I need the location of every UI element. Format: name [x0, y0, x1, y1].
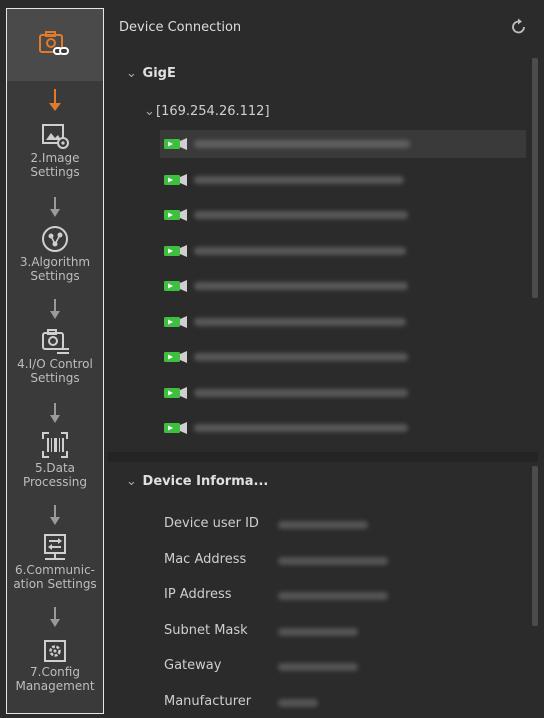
device-row[interactable]: [160, 308, 526, 336]
step-label: 7.Config Management: [15, 665, 95, 693]
io-control-icon: [42, 329, 69, 354]
step-data-processing[interactable]: 5.Data Processing: [7, 429, 103, 489]
camera-icon: [164, 280, 187, 292]
step-device-connection[interactable]: [7, 29, 103, 61]
device-name-redacted: [194, 211, 408, 219]
step-arrow-6: [50, 607, 60, 627]
step-label: 4.I/O Control Settings: [17, 357, 93, 385]
camera-icon: [164, 138, 187, 150]
info-label: Subnet Mask: [164, 622, 248, 638]
step-config-management[interactable]: 7.Config Management: [7, 637, 103, 693]
panel-title: Device Connection: [119, 20, 242, 35]
section-divider: [108, 452, 538, 462]
step-image-settings[interactable]: 2.Image Settings: [7, 121, 103, 179]
image-settings-icon: [42, 124, 69, 149]
ip-node[interactable]: ⌄[169.254.26.112]: [144, 104, 270, 119]
algorithm-icon: [42, 226, 68, 252]
step-algorithm-settings[interactable]: 3.Algorithm Settings: [7, 223, 103, 283]
step-arrow-3: [50, 299, 60, 319]
device-name-redacted: [194, 246, 406, 255]
config-icon: [44, 640, 66, 662]
chevron-down-icon: ⌄: [144, 104, 155, 119]
device-name-redacted: [194, 388, 408, 397]
step-arrow-4: [50, 403, 60, 423]
step-io-control-settings[interactable]: 4.I/O Control Settings: [7, 327, 103, 385]
chevron-down-icon: ⌄: [126, 66, 137, 81]
device-info-header[interactable]: ⌄ Device Informa...: [126, 474, 268, 489]
ip-label: [169.254.26.112]: [156, 104, 270, 119]
step-communication-settings[interactable]: 6.Communic- ation Settings: [7, 531, 103, 591]
gige-group-header[interactable]: ⌄ GigE: [126, 66, 176, 81]
device-row[interactable]: [160, 414, 526, 442]
device-name-redacted: [194, 175, 404, 184]
camera-icon: [164, 422, 187, 434]
chevron-down-icon: ⌄: [126, 474, 137, 489]
info-label: Mac Address: [164, 551, 247, 567]
app-root: 2.Image Settings 3.Algorithm Settings 4.…: [0, 0, 544, 718]
step-arrow-2: [50, 197, 60, 217]
device-list-scrollbar[interactable]: [532, 58, 538, 298]
info-value-redacted: [278, 627, 358, 636]
info-label: Gateway: [164, 658, 222, 673]
step-label: 3.Algorithm Settings: [19, 255, 91, 283]
info-label: Device user ID: [164, 516, 259, 531]
info-value-redacted: [278, 556, 388, 565]
refresh-icon[interactable]: [510, 18, 528, 36]
device-name-redacted: [194, 317, 406, 326]
device-name-redacted: [194, 353, 408, 361]
panel-header: Device Connection: [108, 8, 538, 48]
device-row[interactable]: [160, 166, 526, 194]
info-label: Manufacturer: [164, 693, 252, 709]
camera-link-icon: [39, 31, 69, 55]
step-label: 5.Data Processing: [22, 461, 88, 489]
info-scrollbar[interactable]: [532, 466, 538, 626]
info-value-redacted: [278, 663, 358, 671]
communication-icon: [44, 534, 66, 560]
step-label: 6.Communic- ation Settings: [13, 563, 97, 591]
device-name-redacted: [194, 140, 410, 148]
info-value-redacted: [278, 521, 368, 529]
device-info-title: Device Informa...: [142, 474, 269, 489]
camera-icon: [164, 351, 187, 363]
camera-icon: [164, 244, 187, 257]
device-row[interactable]: [160, 272, 526, 300]
camera-icon: [164, 315, 187, 328]
device-row[interactable]: [160, 237, 526, 265]
device-row[interactable]: [160, 343, 526, 371]
device-name-redacted: [194, 424, 408, 432]
camera-icon: [164, 209, 187, 221]
device-name-redacted: [194, 282, 408, 290]
device-row[interactable]: [160, 201, 526, 229]
info-value-redacted: [278, 698, 318, 707]
device-connection-panel: Device Connection ⌄ GigE ⌄[169.254.26.11…: [108, 8, 538, 714]
info-value-redacted: [278, 592, 388, 600]
step-label: 2.Image Settings: [30, 151, 80, 179]
step-arrow-5: [50, 505, 60, 525]
barcode-icon: [42, 432, 68, 458]
gige-group-label: GigE: [142, 66, 176, 81]
workflow-sidebar: 2.Image Settings 3.Algorithm Settings 4.…: [6, 8, 104, 714]
device-row[interactable]: [160, 130, 526, 158]
camera-icon: [164, 386, 187, 399]
info-label: IP Address: [164, 587, 232, 602]
camera-icon: [164, 173, 187, 186]
step-arrow-1: [49, 89, 61, 111]
device-row[interactable]: [160, 379, 526, 407]
